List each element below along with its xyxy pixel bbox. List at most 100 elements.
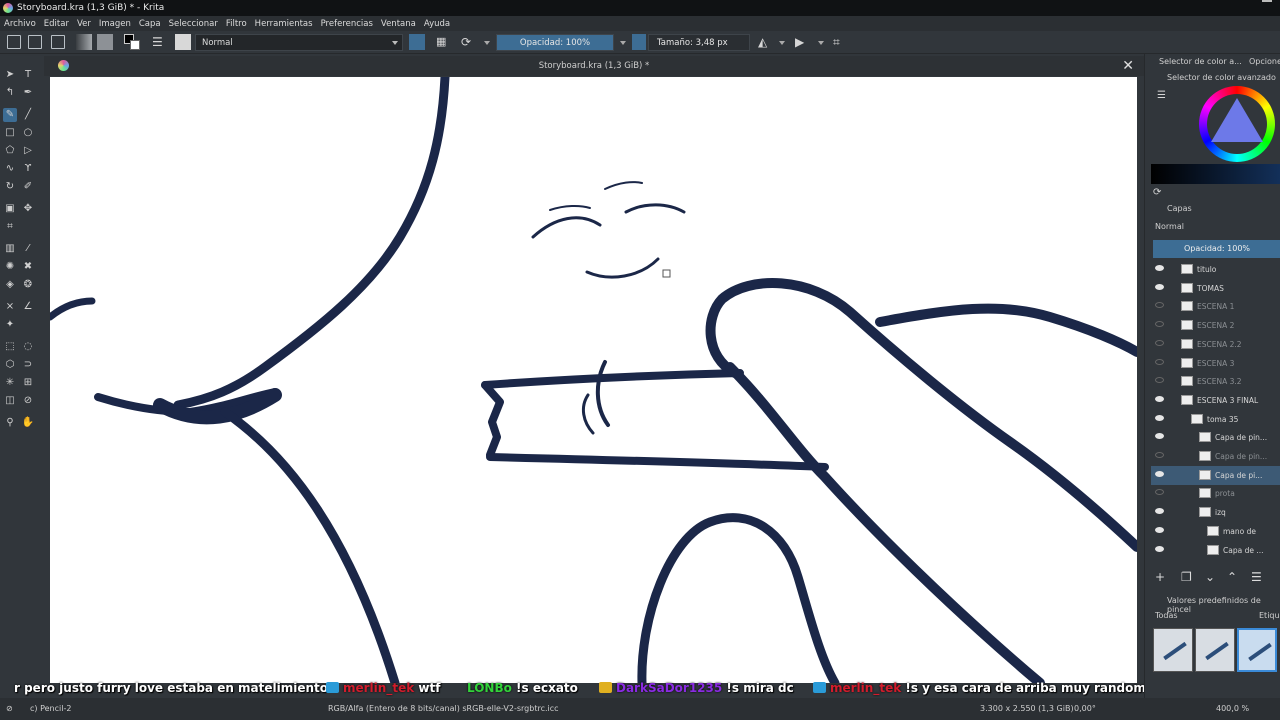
selector-settings-icon[interactable]: ☰ xyxy=(1157,90,1166,101)
save-icon[interactable] xyxy=(51,35,65,49)
layer-row[interactable]: titulo xyxy=(1151,260,1280,279)
layer-menu-icon[interactable]: ☰ xyxy=(1251,570,1262,584)
visibility-eye-icon[interactable] xyxy=(1155,302,1164,309)
freehand-brush-icon[interactable]: ✎ xyxy=(3,108,17,122)
visibility-eye-icon[interactable] xyxy=(1155,489,1164,496)
duplicate-layer-icon[interactable]: ❐ xyxy=(1181,570,1192,584)
menu-herramientas[interactable]: Herramientas xyxy=(255,19,313,29)
similar-select-icon[interactable]: ⊞ xyxy=(21,376,35,390)
smart-patch-icon[interactable]: ✖ xyxy=(21,260,35,274)
refresh-icon[interactable]: ⟳ xyxy=(1153,187,1161,198)
pan-tool-icon[interactable]: ✋ xyxy=(21,416,35,430)
visibility-eye-icon[interactable] xyxy=(1155,265,1164,271)
layer-row[interactable]: Capa de pin... xyxy=(1151,447,1280,466)
tab-options[interactable]: Opcione xyxy=(1249,57,1280,66)
gradient-picker[interactable] xyxy=(76,34,92,50)
minimize-icon[interactable] xyxy=(1262,0,1272,10)
transform-tool-icon[interactable]: ▣ xyxy=(3,202,17,216)
layer-row[interactable]: izq xyxy=(1151,503,1280,522)
pattern-picker[interactable] xyxy=(97,34,113,50)
add-layer-icon[interactable]: + xyxy=(1155,570,1165,584)
layer-row[interactable]: Capa de ... xyxy=(1151,541,1280,560)
visibility-eye-icon[interactable] xyxy=(1155,321,1164,328)
visibility-eye-icon[interactable] xyxy=(1155,433,1164,440)
ellipse-select-icon[interactable]: ◌ xyxy=(21,340,35,354)
visibility-eye-icon[interactable] xyxy=(1155,358,1164,365)
rect-select-icon[interactable]: ⬚ xyxy=(3,340,17,354)
brush-preset-thumbnail[interactable] xyxy=(175,34,191,50)
background-color-swatch[interactable] xyxy=(130,40,140,50)
layer-row[interactable]: ESCENA 3 xyxy=(1151,354,1280,373)
chevron-up-icon[interactable]: ⌃ xyxy=(1227,570,1237,584)
bezier-select-icon[interactable]: ◫ xyxy=(3,394,17,408)
menu-capa[interactable]: Capa xyxy=(139,19,161,29)
calligraphy-icon[interactable]: ✒ xyxy=(21,86,35,100)
bezier-tool-icon[interactable]: ∿ xyxy=(3,162,17,176)
preserve-alpha-icon[interactable]: ▦ xyxy=(436,35,446,49)
contiguous-select-icon[interactable]: ✳ xyxy=(3,376,17,390)
freehand-path-icon[interactable]: ϒ xyxy=(21,162,35,176)
polygon-tool-icon[interactable]: ⬠ xyxy=(3,144,17,158)
visibility-eye-icon[interactable] xyxy=(1155,283,1164,290)
layer-row[interactable]: Capa de pi... xyxy=(1151,465,1280,485)
brush-filter-select[interactable]: Todas xyxy=(1155,611,1178,620)
layer-row[interactable]: toma 35 xyxy=(1151,410,1280,429)
menu-preferencias[interactable]: Preferencias xyxy=(321,19,373,29)
magnetic-select-icon[interactable]: ⊘ xyxy=(21,394,35,408)
size-lock-icon[interactable] xyxy=(632,34,646,50)
layer-row[interactable]: TOMAS xyxy=(1151,279,1280,298)
menu-ventana[interactable]: Ventana xyxy=(381,19,416,29)
mirror-horizontal-icon[interactable]: ◭ xyxy=(758,35,767,49)
layer-row[interactable]: Capa de pin... xyxy=(1151,428,1280,447)
visibility-eye-icon[interactable] xyxy=(1155,470,1164,477)
layer-row[interactable]: ESCENA 3 FINAL xyxy=(1151,391,1280,410)
menu-ver[interactable]: Ver xyxy=(77,19,91,29)
move-tool-icon[interactable]: ✥ xyxy=(21,202,35,216)
layer-row[interactable]: ESCENA 2.2 xyxy=(1151,335,1280,354)
visibility-eye-icon[interactable] xyxy=(1155,414,1164,421)
color-triangle[interactable] xyxy=(1211,98,1263,142)
blend-mode-select[interactable]: Normal xyxy=(195,34,403,51)
layer-blend-mode[interactable]: Normal xyxy=(1155,222,1184,231)
new-document-icon[interactable] xyxy=(7,35,21,49)
dynamic-brush-icon[interactable]: ↻ xyxy=(3,180,17,194)
color-picker-icon[interactable]: ⁄ xyxy=(21,242,35,256)
assistant-tool-icon[interactable]: ⨯ xyxy=(3,300,17,314)
eraser-mode-icon[interactable] xyxy=(409,34,425,50)
ellipse-tool-icon[interactable]: ○ xyxy=(21,126,35,140)
chevron-down-icon[interactable] xyxy=(620,41,626,45)
text-tool-icon[interactable]: T xyxy=(21,68,35,82)
fill-tool-icon[interactable]: ◈ xyxy=(3,278,17,292)
wrap-around-icon[interactable]: ⌗ xyxy=(833,35,840,49)
reload-preset-icon[interactable]: ⟳ xyxy=(461,35,471,49)
chevron-down-icon[interactable]: ⌄ xyxy=(1205,570,1215,584)
layer-row[interactable]: ESCENA 1 xyxy=(1151,297,1280,316)
brush-preset-tile[interactable] xyxy=(1237,628,1277,672)
gradient-tool-icon[interactable]: ▥ xyxy=(3,242,17,256)
tab-color-selector[interactable]: Selector de color a... xyxy=(1159,57,1242,66)
reference-tool-icon[interactable]: ✦ xyxy=(3,318,17,332)
visibility-eye-icon[interactable] xyxy=(1155,377,1164,384)
edit-shapes-icon[interactable]: ↰ xyxy=(3,86,17,100)
brush-preset-tile[interactable] xyxy=(1153,628,1193,672)
freehand-select-icon[interactable]: ⊃ xyxy=(21,358,35,372)
visibility-eye-icon[interactable] xyxy=(1155,395,1164,402)
multibrush-icon[interactable]: ✐ xyxy=(21,180,35,194)
menu-editar[interactable]: Editar xyxy=(44,19,69,29)
polygon-select-icon[interactable]: ⬡ xyxy=(3,358,17,372)
colorize-mask-icon[interactable]: ✺ xyxy=(3,260,17,274)
visibility-eye-icon[interactable] xyxy=(1155,339,1164,346)
brush-tag-label[interactable]: Etique xyxy=(1259,611,1280,620)
polyline-tool-icon[interactable]: ▷ xyxy=(21,144,35,158)
opacity-slider[interactable]: Opacidad: 100% xyxy=(496,34,614,51)
visibility-eye-icon[interactable] xyxy=(1155,545,1164,552)
layer-row[interactable]: ESCENA 2 xyxy=(1151,316,1280,335)
measure-tool-icon[interactable]: ∠ xyxy=(21,300,35,314)
status-zoom[interactable]: 400,0 % xyxy=(1216,704,1249,713)
zoom-tool-icon[interactable]: ⚲ xyxy=(3,416,17,430)
menu-archivo[interactable]: Archivo xyxy=(4,19,36,29)
brush-settings-icon[interactable]: ☰ xyxy=(152,35,163,49)
layer-row[interactable]: ESCENA 3.2 xyxy=(1151,372,1280,391)
chevron-down-icon[interactable] xyxy=(484,41,490,45)
crop-tool-icon[interactable]: ⌗ xyxy=(3,220,17,234)
